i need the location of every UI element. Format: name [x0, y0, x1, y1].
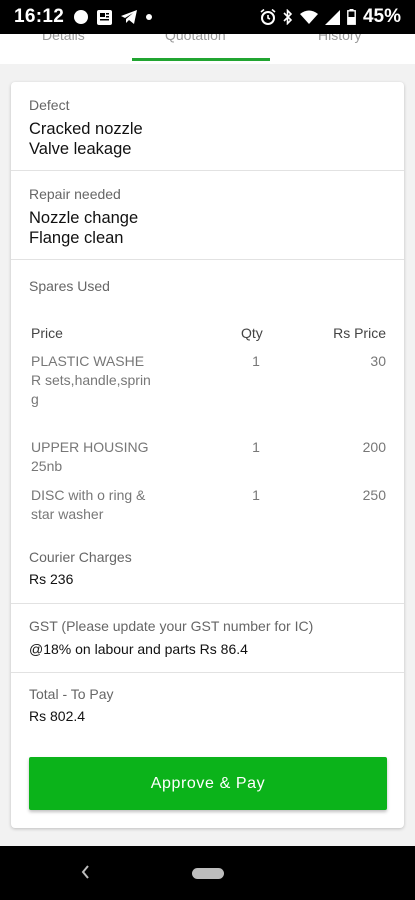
- approve-pay-button[interactable]: Approve & Pay: [29, 757, 387, 810]
- gst-value: @18% on labour and parts Rs 86.4: [29, 641, 248, 657]
- gst-label: GST (Please update your GST number for I…: [29, 618, 314, 634]
- defect-line-1: Cracked nozzle: [29, 120, 143, 138]
- spares-header-name: Price: [31, 325, 63, 341]
- back-icon[interactable]: [78, 862, 92, 887]
- total-value: Rs 802.4: [29, 708, 86, 724]
- spares-header-qty: Qty: [241, 325, 263, 341]
- dot-icon: [146, 14, 153, 20]
- spare-row-1-price: 30: [370, 353, 386, 369]
- spare-row-3-qty: 1: [252, 487, 260, 503]
- defect-line-2: Valve leakage: [29, 140, 132, 158]
- total-label: Total - To Pay: [29, 686, 114, 702]
- repair-line-2: Flange clean: [29, 229, 124, 247]
- divider: [11, 672, 404, 673]
- courier-label: Courier Charges: [29, 549, 132, 565]
- wifi-icon: [299, 10, 318, 24]
- repair-label: Repair needed: [29, 186, 121, 202]
- quotation-card: Defect Cracked nozzle Valve leakage Repa…: [11, 82, 404, 828]
- repair-line-1: Nozzle change: [29, 209, 139, 227]
- status-right-icons: 45%: [260, 6, 401, 28]
- telegram-icon: [121, 10, 138, 24]
- home-pill-icon[interactable]: [192, 868, 224, 879]
- defect-label: Defect: [29, 97, 70, 113]
- status-bar: 16:12 45%: [0, 0, 415, 34]
- notification-dot-icon: [74, 10, 89, 24]
- battery-icon: [347, 9, 356, 25]
- news-icon: [97, 9, 113, 25]
- spares-label: Spares Used: [29, 278, 110, 294]
- spares-header-price: Rs Price: [333, 325, 386, 341]
- battery-percent: 45%: [362, 6, 401, 27]
- alarm-icon: [260, 9, 276, 25]
- active-tab-indicator: [132, 58, 270, 61]
- system-nav-bar: [0, 846, 415, 900]
- tab-quotation[interactable]: Quotation: [165, 34, 226, 43]
- spare-row-2-qty: 1: [252, 439, 260, 455]
- divider: [11, 259, 404, 260]
- spare-row-1-qty: 1: [252, 353, 260, 369]
- spare-row-1-name: PLASTIC WASHER sets,handle,spring: [31, 353, 151, 407]
- spare-row-2-name: UPPER HOUSING 25nb: [31, 439, 149, 474]
- spare-row-3-name: DISC with o ring & star washer: [31, 487, 146, 522]
- status-left-icons: [74, 9, 153, 25]
- signal-icon: [324, 9, 340, 25]
- tab-history[interactable]: History: [318, 34, 362, 43]
- spare-row-2-price: 200: [362, 439, 386, 455]
- tab-details[interactable]: Details: [42, 34, 85, 43]
- tab-bar: Details Quotation History: [0, 34, 415, 64]
- divider: [11, 170, 404, 171]
- status-time: 16:12: [14, 6, 65, 27]
- bluetooth-icon: [283, 9, 293, 25]
- courier-value: Rs 236: [29, 571, 74, 587]
- divider: [11, 603, 404, 604]
- spare-row-3-price: 250: [362, 487, 386, 503]
